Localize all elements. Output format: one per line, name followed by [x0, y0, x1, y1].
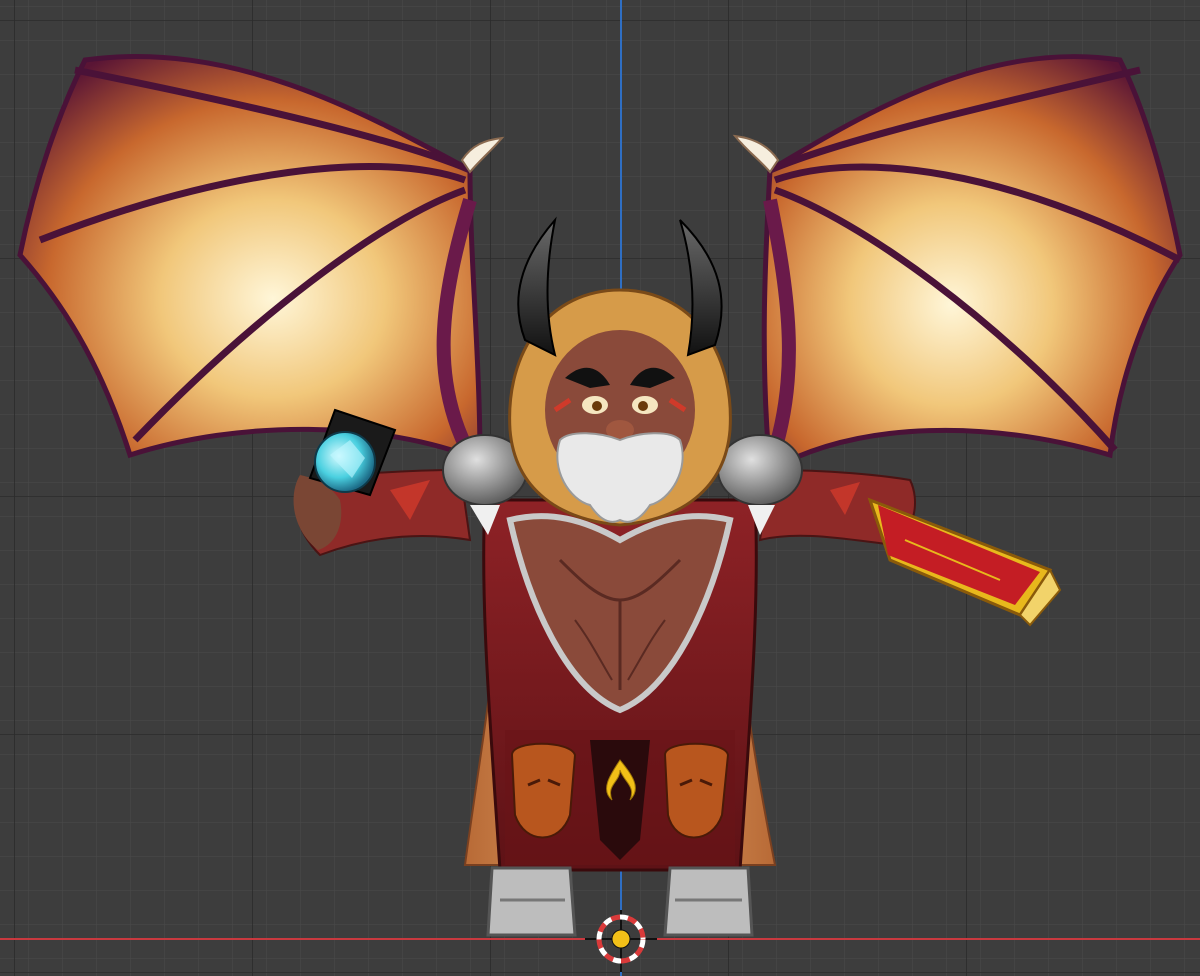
left-mask-icon [510, 742, 577, 839]
scene-canvas[interactable] [0, 0, 1200, 976]
right-mask-icon [663, 742, 730, 839]
3d-viewport[interactable] [0, 0, 1200, 976]
robe-tasset [505, 730, 735, 865]
